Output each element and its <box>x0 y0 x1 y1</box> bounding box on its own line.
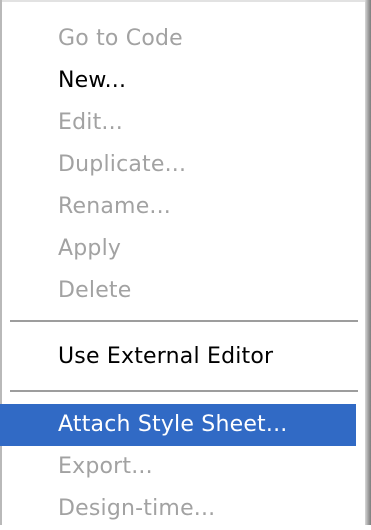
menu-item-edit[interactable]: Edit... <box>0 102 356 144</box>
menu-separator <box>10 390 358 393</box>
menu-item-duplicate[interactable]: Duplicate... <box>0 144 356 186</box>
menu-item-delete[interactable]: Delete <box>0 270 356 312</box>
menu-item-export[interactable]: Export... <box>0 446 356 488</box>
menu-border-top <box>0 0 371 2</box>
menu-shadow-right <box>365 0 371 525</box>
menu-separator <box>10 320 358 323</box>
context-menu: Go to Code New... Edit... Duplicate... R… <box>0 0 371 525</box>
menu-item-go-to-code[interactable]: Go to Code <box>0 18 356 60</box>
menu-item-rename[interactable]: Rename... <box>0 186 356 228</box>
menu-item-apply[interactable]: Apply <box>0 228 356 270</box>
menu-item-design-time[interactable]: Design-time... <box>0 488 356 530</box>
menu-item-attach-style-sheet[interactable]: Attach Style Sheet... <box>0 404 356 446</box>
menu-item-use-external-editor[interactable]: Use External Editor <box>0 336 356 378</box>
menu-item-new[interactable]: New... <box>0 60 356 102</box>
